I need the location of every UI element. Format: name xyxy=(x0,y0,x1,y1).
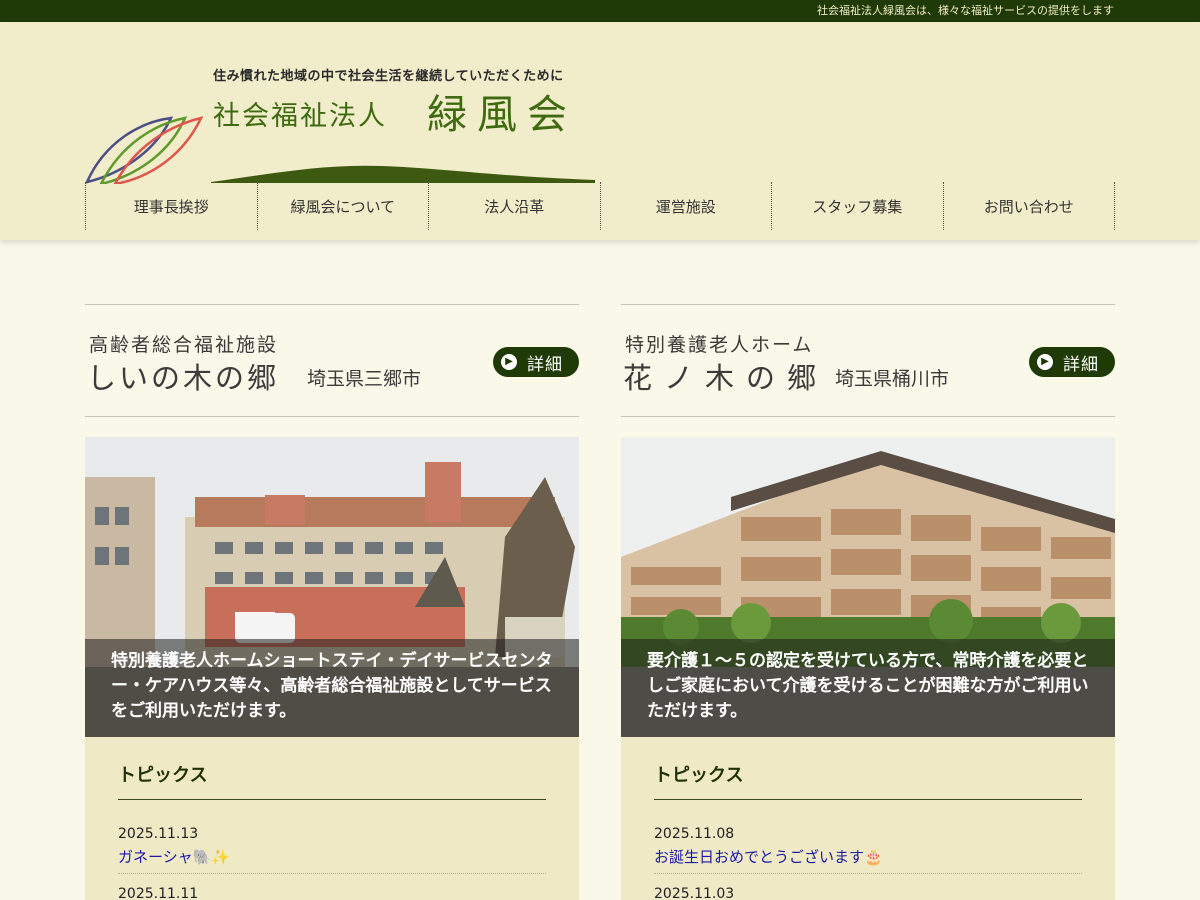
topic-link[interactable]: ガネーシャ🐘✨ xyxy=(118,846,546,867)
topic-item: 2025.11.13 ガネーシャ🐘✨ xyxy=(118,800,546,874)
nav-item-history[interactable]: 法人沿革 xyxy=(428,182,600,230)
detail-button[interactable]: ▶ 詳細 xyxy=(493,347,579,377)
top-bar: 社会福祉法人緑風会は、様々な福祉サービスの提供をします xyxy=(0,0,1200,22)
arrow-right-icon: ▶ xyxy=(501,354,517,370)
facility-type: 特別養護老人ホーム xyxy=(625,334,814,356)
facility-header: 特別養護老人ホーム 花ノ木の郷 埼玉県桶川市 ▶ 詳細 xyxy=(621,304,1115,417)
facility-photo[interactable]: 要介護１～５の認定を受けている方で、常時介護を必要としご家庭において介護を受ける… xyxy=(621,437,1115,737)
facility-caption: 要介護１～５の認定を受けている方で、常時介護を必要としご家庭において介護を受ける… xyxy=(621,639,1115,737)
topic-link[interactable]: お誕生日おめでとうございます🎂 xyxy=(654,846,1082,867)
site-logo[interactable]: 住み慣れた地域の中で社会生活を継続していただくために 社会福祉法人 緑風会 xyxy=(85,64,605,186)
topic-item: 2025.11.08 お誕生日おめでとうございます🎂 xyxy=(654,800,1082,874)
nav-item-greeting[interactable]: 理事長挨拶 xyxy=(85,182,257,230)
facility-column-shiinoki: 高齢者総合福祉施設 しいの木の郷 埼玉県三郷市 ▶ 詳細 特別養護老人ホームショ… xyxy=(85,304,579,900)
facility-caption: 特別養護老人ホームショートステイ・デイサービスセンター・ケアハウス等々、高齢者総… xyxy=(85,639,579,737)
topic-date: 2025.11.13 xyxy=(118,826,199,842)
facility-header: 高齢者総合福祉施設 しいの木の郷 埼玉県三郷市 ▶ 詳細 xyxy=(85,304,579,417)
topics-section: トピックス 2025.11.08 お誕生日おめでとうございます🎂 2025.11… xyxy=(621,737,1115,900)
leaves-logo-icon xyxy=(85,116,203,184)
topics-title: トピックス xyxy=(654,761,1082,800)
detail-label: 詳細 xyxy=(1063,354,1099,375)
facility-photo[interactable]: 特別養護老人ホームショートステイ・デイサービスセンター・ケアハウス等々、高齢者総… xyxy=(85,437,579,737)
site-header: 住み慣れた地域の中で社会生活を継続していただくために 社会福祉法人 緑風会 理事… xyxy=(0,22,1200,240)
detail-label: 詳細 xyxy=(527,354,563,375)
top-bar-text: 社会福祉法人緑風会は、様々な福祉サービスの提供をします xyxy=(817,4,1114,17)
detail-button[interactable]: ▶ 詳細 xyxy=(1029,347,1115,377)
topics-title: トピックス xyxy=(118,761,546,800)
facility-type: 高齢者総合福祉施設 xyxy=(89,334,279,356)
facility-name: しいの木の郷 xyxy=(87,361,280,395)
nav-item-recruit[interactable]: スタッフ募集 xyxy=(771,182,943,230)
nav-item-about[interactable]: 緑風会について xyxy=(256,182,429,230)
topics-section: トピックス 2025.11.13 ガネーシャ🐘✨ 2025.11.11 xyxy=(85,737,579,900)
corp-name: 緑風会 xyxy=(427,92,577,138)
hill-graphic xyxy=(211,165,595,183)
arrow-right-icon: ▶ xyxy=(1037,354,1053,370)
nav-item-contact[interactable]: お問い合わせ xyxy=(942,182,1115,230)
global-nav: 理事長挨拶 緑風会について 法人沿革 運営施設 スタッフ募集 お問い合わせ xyxy=(85,182,1115,230)
topic-date: 2025.11.08 xyxy=(654,826,735,842)
facility-column-hananoki: 特別養護老人ホーム 花ノ木の郷 埼玉県桶川市 ▶ 詳細 要介護１～５の認定を受け… xyxy=(621,304,1115,900)
topic-date: 2025.11.03 xyxy=(654,886,735,900)
corp-type: 社会福祉法人 xyxy=(213,101,387,132)
facility-location: 埼玉県桶川市 xyxy=(835,368,950,390)
facility-name: 花ノ木の郷 xyxy=(623,361,829,395)
nav-item-facilities[interactable]: 運営施設 xyxy=(599,182,772,230)
topic-date: 2025.11.11 xyxy=(118,886,199,900)
facility-location: 埼玉県三郷市 xyxy=(307,368,422,390)
